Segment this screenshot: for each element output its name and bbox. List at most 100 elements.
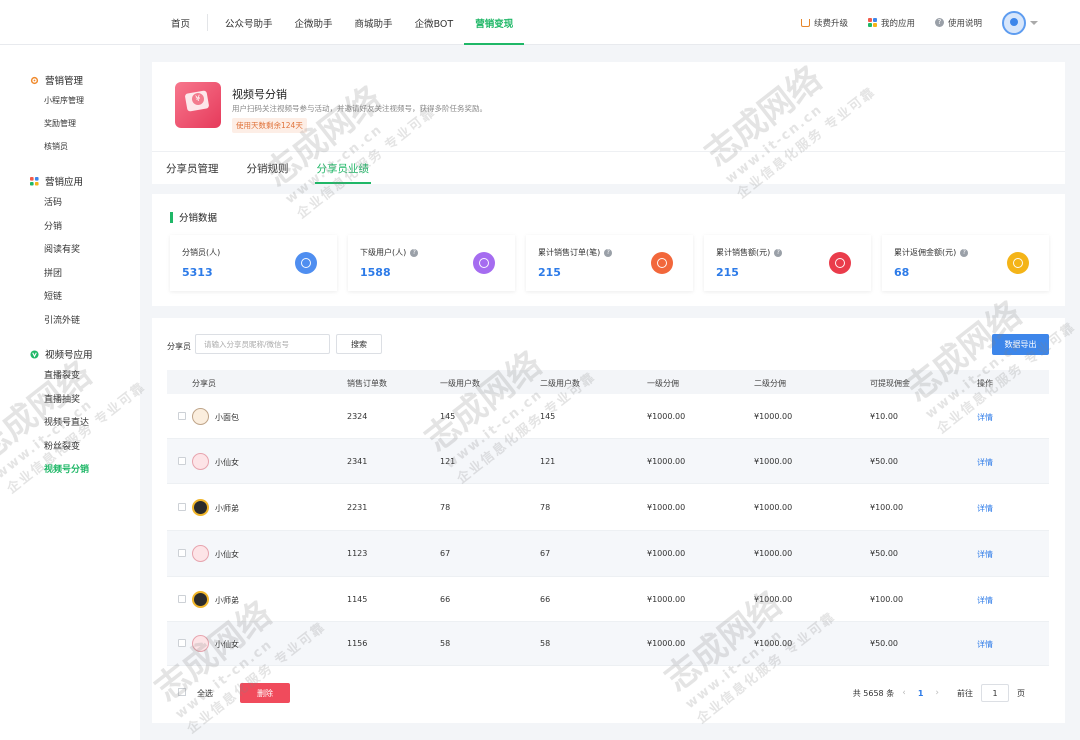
- sidebar-item-read-reward[interactable]: 阅读有奖: [0, 237, 140, 261]
- help-icon[interactable]: ?: [960, 248, 969, 257]
- sharer-name: 小仙女: [215, 550, 239, 559]
- cell-c1: ¥1000.00: [647, 456, 686, 466]
- page-number[interactable]: 1: [914, 689, 928, 698]
- cell-withdraw: ¥50.00: [870, 456, 898, 466]
- sidebar-item-shortlink[interactable]: 短链: [0, 284, 140, 308]
- stat-label: 累计销售额(元)?: [716, 247, 783, 258]
- help-link[interactable]: ? 使用说明: [934, 17, 982, 29]
- sidebar-item-video-distribution[interactable]: 视频号分销: [0, 457, 140, 481]
- row-checkbox[interactable]: [178, 502, 186, 511]
- search-input[interactable]: [195, 334, 330, 354]
- help-icon[interactable]: ?: [604, 248, 613, 257]
- nav-wecom-assistant[interactable]: 企微助手: [284, 0, 344, 45]
- section-accent-bar: [170, 211, 173, 223]
- cell-withdraw: ¥100.00: [870, 502, 904, 512]
- nav-divider: [207, 14, 209, 31]
- stat-value: 68: [894, 266, 910, 279]
- cell-l2: 78: [540, 502, 551, 512]
- goto-page-input[interactable]: [981, 684, 1009, 702]
- tab-sharer-performance[interactable]: 分享员业绩: [303, 152, 384, 184]
- main-nav: 首页 公众号助手 企微助手 商城助手 企微BOT 营销变现: [160, 0, 525, 45]
- detail-link[interactable]: 详情: [977, 503, 993, 514]
- row-checkbox[interactable]: [178, 549, 186, 557]
- tab-distribution-rules[interactable]: 分销规则: [233, 152, 303, 184]
- section-title: 分销数据: [170, 210, 217, 224]
- prev-page-button[interactable]: ‹: [902, 688, 906, 698]
- stat-label: 累计销售订单(笔)?: [538, 247, 613, 258]
- row-checkbox[interactable]: [178, 639, 186, 647]
- avatar: [192, 407, 209, 425]
- table-row: 小面包 2324 145 145 ¥1000.00 ¥1000.00 ¥10.00 详情: [167, 394, 1049, 439]
- row-checkbox[interactable]: [178, 411, 186, 420]
- cell-c1: ¥1000.00: [647, 549, 686, 558]
- help-icon[interactable]: ?: [410, 248, 419, 257]
- sidebar-item-miniprogram[interactable]: 小程序管理: [0, 89, 140, 112]
- nav-mall-assistant[interactable]: 商城助手: [344, 0, 404, 45]
- my-apps-link[interactable]: 我的应用: [867, 17, 915, 29]
- sidebar-item-external-link[interactable]: 引流外链: [0, 308, 140, 332]
- cell-l1: 58: [440, 639, 451, 648]
- nav-marketing[interactable]: 营销变现: [464, 0, 525, 45]
- export-button[interactable]: 数据导出: [992, 334, 1049, 355]
- upgrade-link[interactable]: 续费升级: [800, 17, 848, 29]
- detail-link[interactable]: 详情: [977, 412, 993, 423]
- top-right-actions: 续费升级 我的应用 ? 使用说明: [800, 0, 1038, 45]
- help-icon[interactable]: ?: [774, 248, 783, 257]
- column-header: 销售订单数: [347, 379, 387, 388]
- sharer-name: 小仙女: [215, 640, 239, 649]
- delete-button[interactable]: 删除: [240, 683, 290, 703]
- cell-l1: 78: [440, 502, 451, 512]
- apps-icon: [867, 18, 877, 27]
- detail-link[interactable]: 详情: [977, 639, 993, 650]
- sidebar-item-video-direct[interactable]: 视频号直达: [0, 410, 140, 434]
- detail-link[interactable]: 详情: [977, 595, 993, 606]
- nav-wecom-bot[interactable]: 企微BOT: [404, 0, 465, 45]
- search-button[interactable]: 搜索: [336, 334, 382, 354]
- sharer-name: 小仙女: [215, 457, 239, 467]
- stat-value: 215: [716, 266, 739, 279]
- table-row: 小师弟 1145 66 66 ¥1000.00 ¥1000.00 ¥100.00 详情: [167, 577, 1049, 622]
- detail-link[interactable]: 详情: [977, 549, 993, 560]
- select-all-label: 全选: [197, 689, 213, 698]
- sidebar-item-rewards[interactable]: 奖励管理: [0, 112, 140, 135]
- sidebar-group-video-apps: 视频号应用 直播裂变 直播抽奖 视频号直达 粉丝裂变 视频号分销: [0, 345, 140, 481]
- top-navbar: 首页 公众号助手 企微助手 商城助手 企微BOT 营销变现 续费升级 我的应用 …: [0, 0, 1080, 45]
- table-row: 小师弟 2231 78 78 ¥1000.00 ¥1000.00 ¥100.00 详情: [167, 484, 1049, 531]
- sidebar-group-marketing-apps: 营销应用 活码 分销 阅读有奖 拼团 短链 引流外链: [0, 172, 140, 331]
- row-checkbox[interactable]: [178, 456, 186, 465]
- product-icon: [175, 82, 221, 128]
- nav-home[interactable]: 首页: [160, 0, 201, 45]
- cell-c2: ¥1000.00: [754, 502, 793, 512]
- nav-official-account[interactable]: 公众号助手: [214, 0, 284, 45]
- sidebar-item-verifier[interactable]: 核销员: [0, 135, 140, 158]
- tab-divider: [152, 184, 1065, 194]
- detail-link[interactable]: 详情: [977, 457, 993, 468]
- column-header: 二级用户数: [540, 379, 580, 388]
- sidebar-item-live-fission[interactable]: 直播裂变: [0, 363, 140, 387]
- sidebar-item-fans-fission[interactable]: 粉丝裂变: [0, 434, 140, 458]
- column-header: 一级分佣: [647, 379, 679, 388]
- sidebar-item-livecode[interactable]: 活码: [0, 190, 140, 214]
- help-icon: ?: [934, 18, 944, 27]
- select-all-checkbox[interactable]: [178, 688, 186, 696]
- stat-value: 5313: [182, 266, 213, 279]
- column-header: 二级分佣: [754, 379, 786, 388]
- cell-withdraw: ¥50.00: [870, 639, 898, 648]
- table-row: 小仙女 1156 58 58 ¥1000.00 ¥1000.00 ¥50.00 详情: [167, 622, 1049, 666]
- next-page-button[interactable]: ›: [935, 688, 939, 698]
- sidebar-item-group-buy[interactable]: 拼团: [0, 261, 140, 285]
- my-apps-label: 我的应用: [880, 18, 915, 29]
- cell-c2: ¥1000.00: [754, 411, 793, 421]
- cell-orders: 1123: [347, 549, 368, 558]
- user-menu[interactable]: [1002, 10, 1038, 35]
- row-checkbox[interactable]: [178, 594, 186, 603]
- cell-orders: 1156: [347, 639, 368, 648]
- tab-sharer-management[interactable]: 分享员管理: [152, 152, 233, 184]
- sidebar-item-live-lottery[interactable]: 直播抽奖: [0, 387, 140, 411]
- cell-withdraw: ¥10.00: [870, 411, 898, 421]
- grid-icon: [30, 176, 39, 186]
- sidebar-item-distribution[interactable]: 分销: [0, 214, 140, 238]
- sidebar-group-title: 视频号应用: [0, 345, 140, 363]
- stat-value: 1588: [360, 266, 391, 279]
- sharer-name: 小面包: [215, 412, 239, 422]
